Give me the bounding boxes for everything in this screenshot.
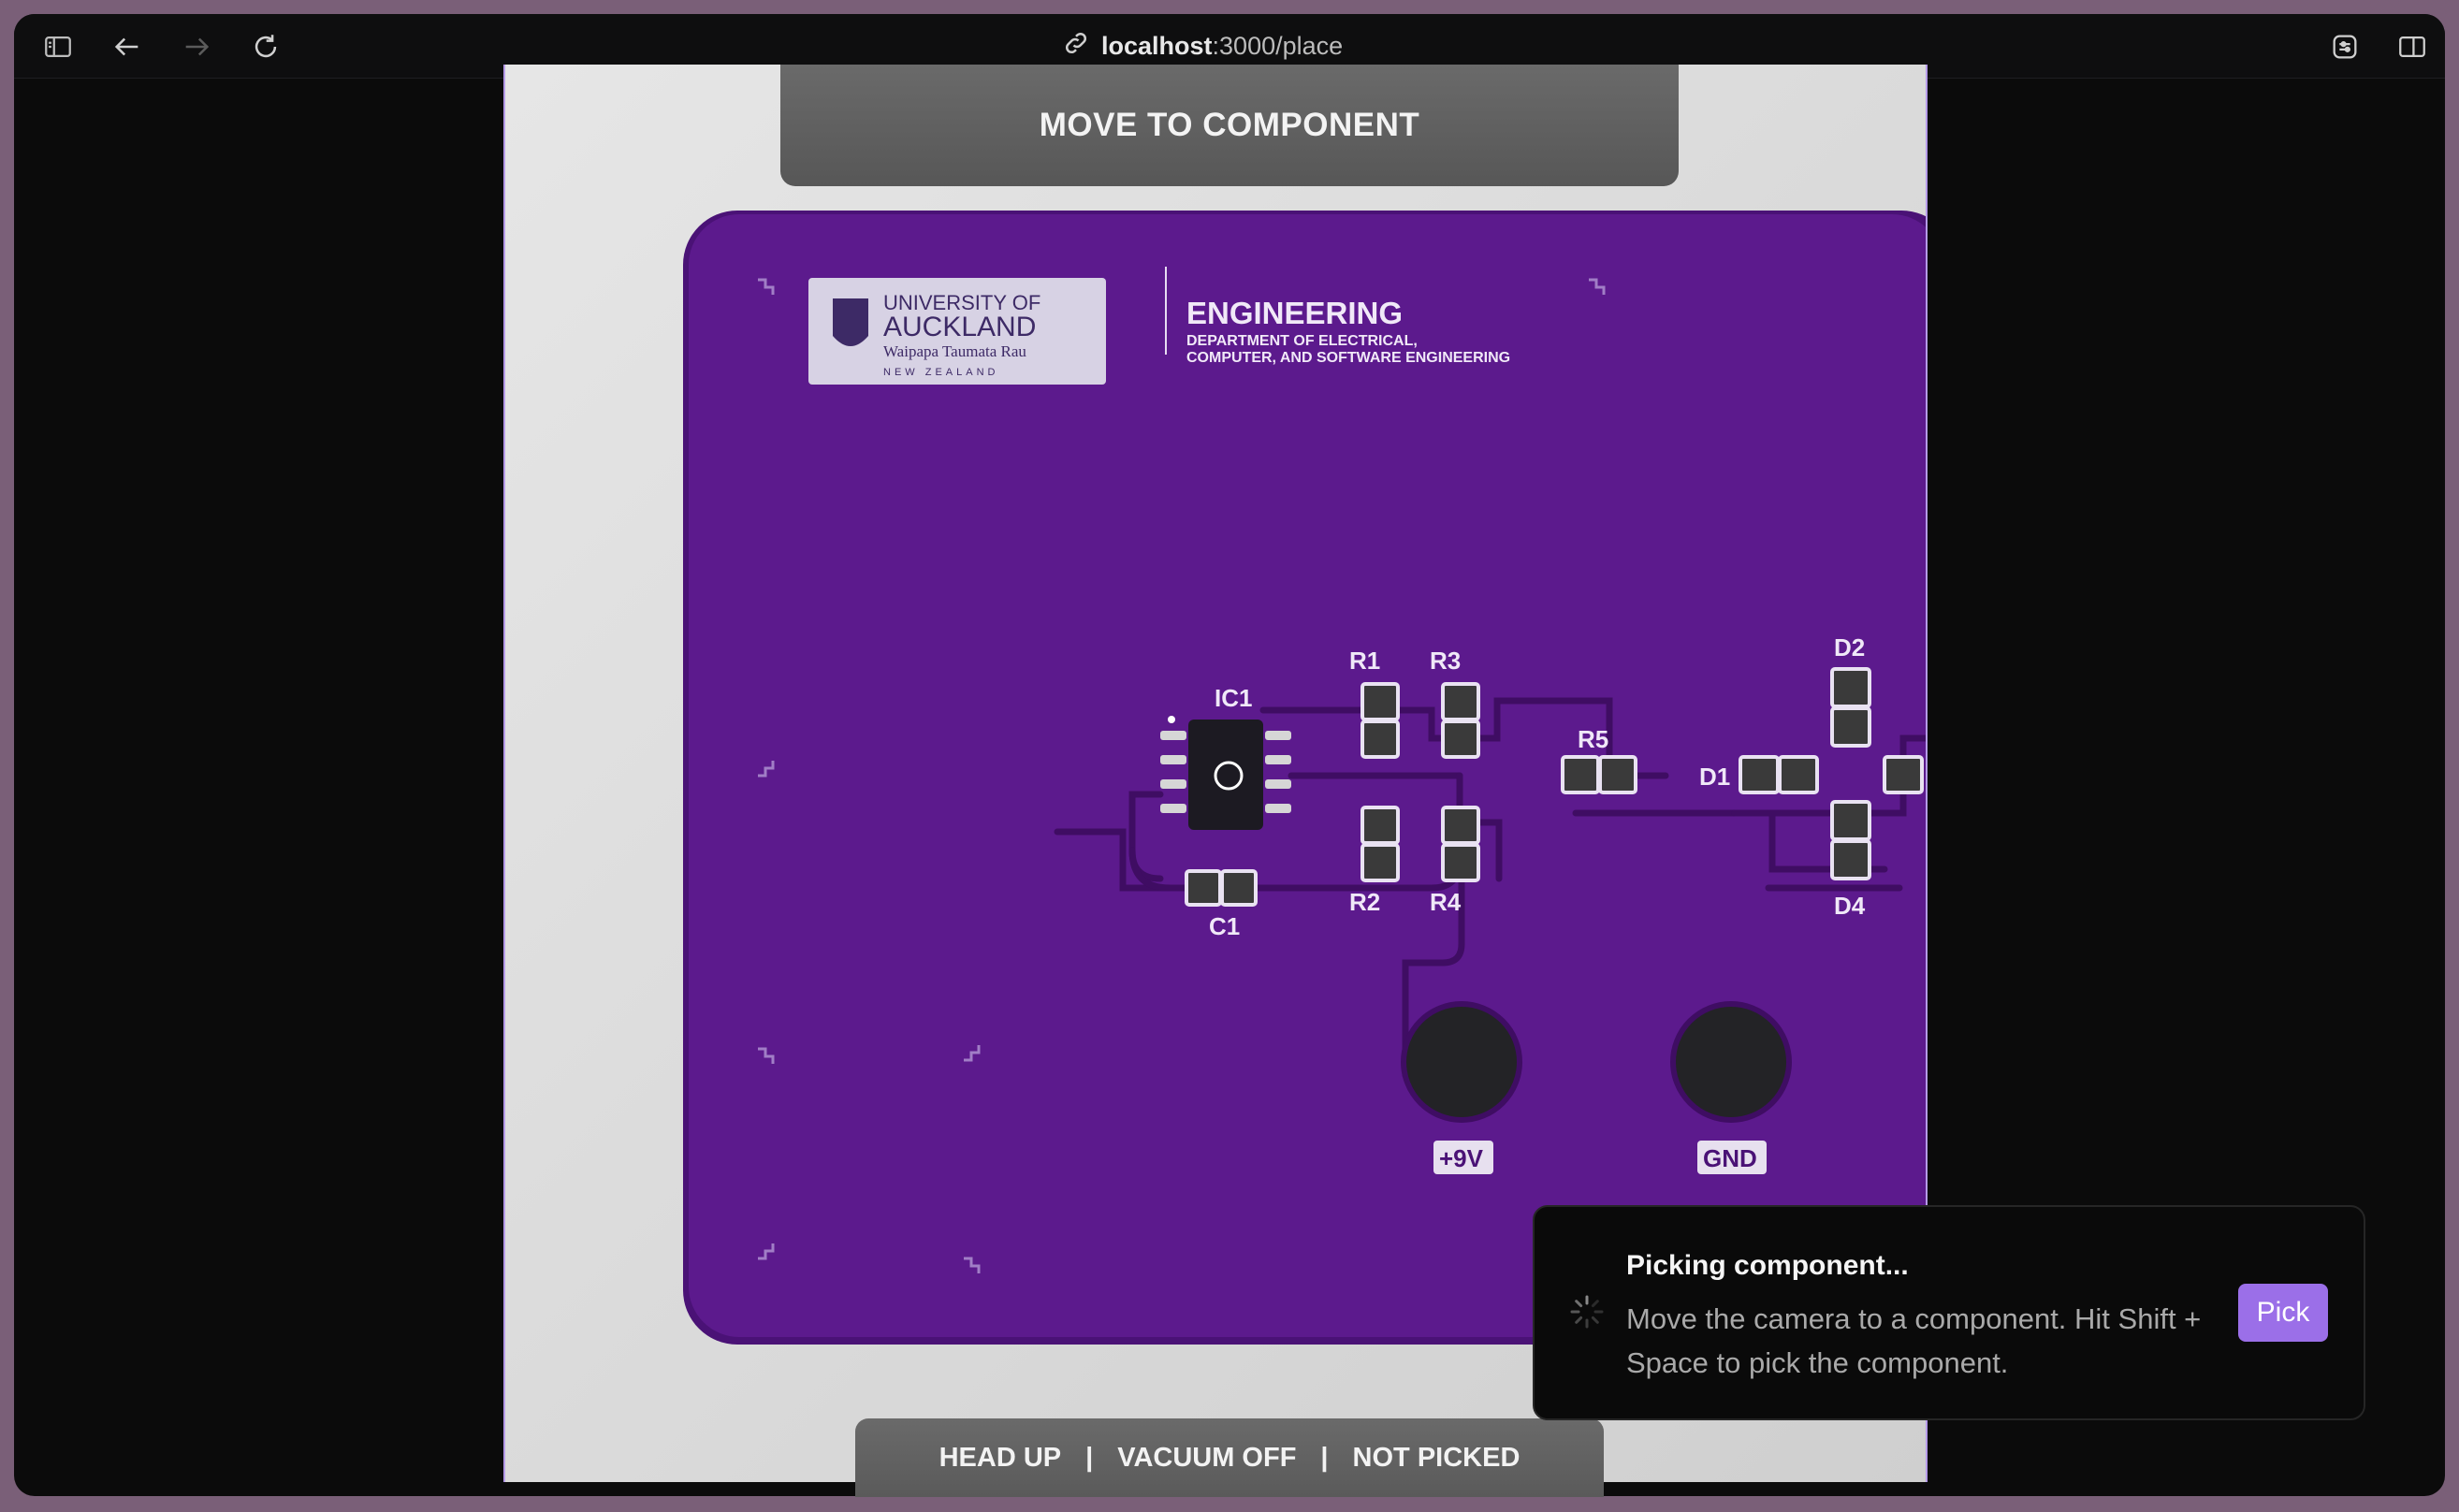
- label-d2: D2: [1834, 633, 1865, 662]
- status-separator: |: [1085, 1442, 1094, 1473]
- split-view-icon[interactable]: [2396, 31, 2428, 63]
- picked-status: NOT PICKED: [1352, 1442, 1521, 1473]
- dept-line1: DEPARTMENT OF ELECTRICAL,: [1186, 333, 1418, 349]
- toast-body: Move the camera to a component. Hit Shif…: [1626, 1302, 2202, 1379]
- sidebar-icon[interactable]: [42, 31, 74, 63]
- back-arrow-icon[interactable]: [111, 31, 143, 63]
- reload-icon[interactable]: [250, 31, 282, 63]
- vacuum-status: VACUUM OFF: [1117, 1442, 1297, 1473]
- link-icon: [1062, 29, 1090, 64]
- url-path: :3000/place: [1212, 31, 1344, 60]
- label-d1: D1: [1699, 763, 1730, 791]
- label-9v: +9V: [1439, 1144, 1484, 1172]
- label-r4: R4: [1430, 888, 1462, 916]
- status-separator: |: [1320, 1442, 1329, 1473]
- picking-toast: Picking component... Move the camera to …: [1533, 1205, 2365, 1420]
- toast-title: Picking component...: [1626, 1250, 1909, 1281]
- logo-line3: Waipapa Taumata Rau: [883, 342, 1026, 360]
- shield-icon: [833, 298, 868, 346]
- label-d4: D4: [1834, 892, 1866, 920]
- loading-spinner-icon: [1570, 1295, 1604, 1329]
- label-ic1: IC1: [1215, 684, 1252, 712]
- extensions-icon[interactable]: [2329, 31, 2361, 63]
- logo-line2: AUCKLAND: [883, 312, 1036, 342]
- label-r2: R2: [1349, 888, 1380, 916]
- label-c1: C1: [1209, 912, 1240, 940]
- dept-title: ENGINEERING: [1186, 296, 1403, 330]
- label-r5: R5: [1578, 725, 1608, 753]
- forward-arrow-icon[interactable]: [181, 31, 212, 63]
- head-status: HEAD UP: [938, 1442, 1062, 1473]
- dept-line2: COMPUTER, AND SOFTWARE ENGINEERING: [1186, 350, 1510, 366]
- machine-status-bar: HEAD UP | VACUUM OFF | NOT PICKED: [855, 1418, 1604, 1497]
- label-gnd: GND: [1703, 1144, 1757, 1172]
- url-host: localhost: [1101, 31, 1213, 60]
- move-to-component-banner: MOVE TO COMPONENT: [780, 65, 1679, 186]
- logo-line4: NEW ZEALAND: [883, 367, 998, 378]
- label-r1: R1: [1349, 647, 1380, 675]
- pad-gnd: [1670, 1001, 1792, 1123]
- pick-button[interactable]: Pick: [2238, 1284, 2328, 1342]
- label-r3: R3: [1430, 647, 1461, 675]
- pad-9v: [1401, 1001, 1522, 1123]
- address-bar[interactable]: localhost:3000/place: [1062, 29, 1343, 63]
